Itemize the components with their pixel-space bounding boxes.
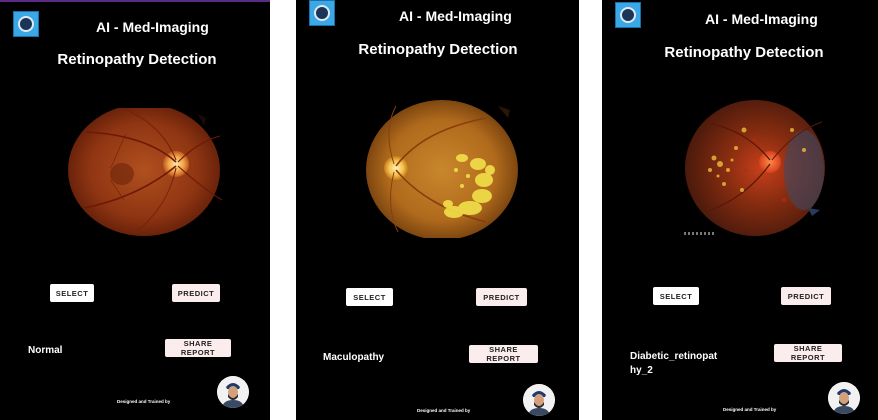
developer-avatar: [523, 384, 555, 416]
developer-avatar: [217, 376, 249, 408]
retina-fundus-image: [366, 100, 518, 238]
app-title: AI - Med-Imaging: [705, 11, 818, 27]
phone-screen-3: AI - Med-Imaging Retinopathy Detection S…: [602, 0, 878, 420]
app-logo-icon: [615, 2, 641, 28]
select-button[interactable]: SELECT: [50, 284, 94, 302]
predict-button[interactable]: PREDICT: [476, 288, 527, 306]
predict-button[interactable]: PREDICT: [781, 287, 831, 305]
select-button[interactable]: SELECT: [346, 288, 393, 306]
credit-text: Designed and Trained by: [723, 407, 777, 412]
share-report-button[interactable]: SHARE REPORT: [165, 339, 231, 357]
share-report-button[interactable]: SHARE REPORT: [774, 344, 842, 362]
credit-text: Designed and Trained by: [417, 408, 471, 413]
app-title: AI - Med-Imaging: [399, 8, 512, 24]
page-heading: Retinopathy Detection: [358, 41, 518, 58]
page-heading: Retinopathy Detection: [57, 51, 217, 68]
credit-text: Designed and Trained by: [117, 399, 171, 404]
phone-screen-1: AI - Med-Imaging Retinopathy Detection S…: [0, 0, 270, 420]
app-logo-icon: [13, 11, 39, 37]
retina-fundus-image: [68, 108, 222, 236]
select-button[interactable]: SELECT: [653, 287, 699, 305]
developer-avatar: [828, 382, 860, 414]
app-logo-icon: [309, 0, 335, 26]
image-caption-marking: [684, 232, 714, 235]
prediction-result: Normal: [28, 345, 63, 356]
phone-screen-2: AI - Med-Imaging Retinopathy Detection S…: [296, 0, 579, 420]
page-heading: Retinopathy Detection: [664, 44, 824, 61]
predict-button[interactable]: PREDICT: [172, 284, 220, 302]
app-title: AI - Med-Imaging: [96, 19, 209, 35]
retina-fundus-image: [685, 100, 825, 236]
window-top-border: [0, 0, 270, 2]
prediction-result: Maculopathy: [323, 352, 385, 363]
share-report-button[interactable]: SHARE REPORT: [469, 345, 538, 363]
prediction-result: Diabetic_retinopat hy_2: [630, 351, 718, 376]
